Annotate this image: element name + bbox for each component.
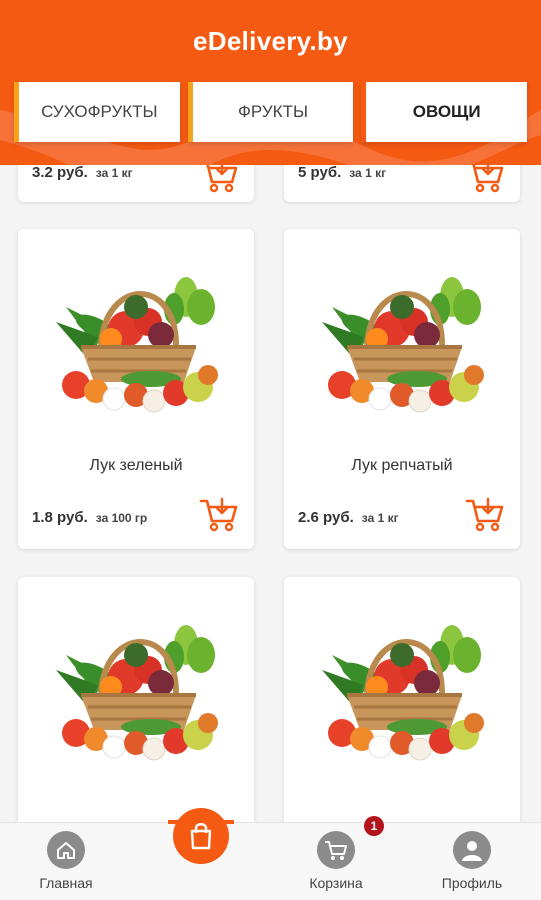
cart-badge: 1 [364, 816, 384, 836]
product-unit: за 1 кг [349, 166, 387, 180]
product-unit: за 1 кг [361, 511, 399, 525]
app-title: eDelivery.by [193, 26, 348, 56]
product-card[interactable] [284, 577, 520, 822]
tab-dried-fruits[interactable]: СУХОФРУКТЫ [14, 82, 180, 142]
add-to-cart-icon[interactable] [464, 493, 506, 535]
category-tabs: СУХОФРУКТЫ ФРУКТЫ ОВОЩИ [14, 82, 528, 142]
vegetable-basket-icon [302, 615, 502, 775]
nav-cart[interactable]: Корзина [286, 831, 386, 891]
product-card[interactable]: Лук репчатый 2.6 руб. за 1 кг [284, 229, 520, 549]
tab-label: ФРУКТЫ [237, 102, 309, 121]
product-card[interactable]: Лук зеленый 1.8 руб. за 100 гр [18, 229, 254, 549]
home-icon [47, 831, 85, 869]
product-unit: за 1 кг [95, 166, 133, 180]
profile-icon [453, 831, 491, 869]
nav-home[interactable]: Главная [16, 831, 116, 891]
shopping-bag-icon [190, 823, 212, 850]
product-name: Лук зеленый [89, 457, 183, 474]
product-price: 1.8 руб. за 100 гр [32, 509, 148, 526]
vegetable-basket-icon [36, 615, 236, 775]
tab-vegetables[interactable]: ОВОЩИ [361, 82, 528, 142]
nav-shop[interactable] [173, 808, 229, 864]
vegetable-basket-icon [302, 267, 502, 427]
product-name: Лук репчатый [351, 457, 453, 474]
product-unit: за 100 гр [95, 511, 148, 525]
product-card[interactable] [18, 577, 254, 822]
add-to-cart-icon[interactable] [198, 493, 240, 535]
product-price: 3.2 руб. за 1 кг [32, 164, 133, 181]
product-price: 5 руб. за 1 кг [298, 164, 387, 181]
vegetable-basket-icon [36, 267, 236, 427]
cart-icon [317, 831, 355, 869]
nav-profile[interactable]: Профиль [422, 831, 522, 891]
nav-profile-label: Профиль [441, 875, 503, 891]
bottom-navigation: Главная Корзина Профиль [0, 822, 541, 900]
tab-fruits[interactable]: ФРУКТЫ [187, 82, 354, 142]
nav-home-label: Главная [39, 875, 93, 891]
tab-label: СУХОФРУКТЫ [41, 102, 158, 121]
nav-cart-label: Корзина [309, 875, 363, 891]
product-price: 2.6 руб. за 1 кг [298, 509, 399, 526]
tab-label: ОВОЩИ [412, 102, 481, 121]
